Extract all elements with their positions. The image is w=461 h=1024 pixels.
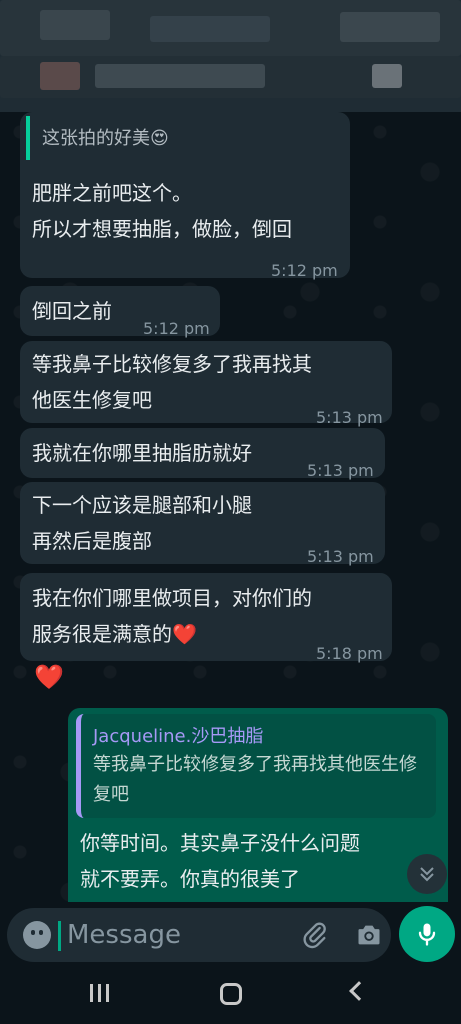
message-time: 5:13 pm: [307, 547, 374, 566]
header-blur-7: [95, 64, 265, 88]
message-text: 再然后是腹部: [32, 529, 152, 553]
message-time: 5:18 pm: [316, 644, 383, 663]
incoming-message[interactable]: 我在你们哪里做项目，对你们的 服务很是满意的❤️ 5:18 pm: [20, 573, 392, 663]
paperclip-icon[interactable]: [301, 921, 329, 949]
header-blur-2: [40, 10, 110, 40]
message-time: 5:12 pm: [271, 261, 338, 280]
incoming-message[interactable]: 我就在你哪里抽脂肪就好 5:13 pm: [20, 428, 385, 480]
quoted-text: 这张拍的好美😍: [42, 128, 169, 149]
message-text: 倒回之前: [32, 299, 112, 323]
mic-button[interactable]: [399, 906, 455, 962]
incoming-message[interactable]: 这张拍的好美😍 肥胖之前吧这个。 所以才想要抽脂，做脸，倒回 5:12 pm: [20, 112, 350, 280]
composer-bar: Message: [0, 902, 461, 966]
chevron-double-down-icon: [420, 867, 434, 882]
message-input[interactable]: Message: [67, 920, 181, 950]
message-text: 我就在你哪里抽脂肪就好: [32, 441, 252, 465]
incoming-message[interactable]: 倒回之前 5:12 pm: [20, 286, 220, 338]
text-caret: [58, 921, 61, 951]
home-icon[interactable]: [220, 983, 242, 1005]
scroll-down-button[interactable]: [407, 854, 447, 894]
back-icon[interactable]: [349, 981, 369, 1001]
quoted-sender: Jacqueline.沙巴抽脂: [93, 726, 264, 747]
message-text: 你等时间。其实鼻子没什么问题: [80, 831, 360, 855]
message-text: 所以才想要抽脂，做脸，倒回: [32, 217, 292, 241]
header-blur-3: [150, 16, 270, 42]
header-blur-8: [372, 64, 402, 88]
incoming-message[interactable]: 下一个应该是腿部和小腿 再然后是腹部 5:13 pm: [20, 482, 385, 566]
header-blur-4: [340, 12, 440, 42]
message-text: 我在你们哪里做项目，对你们的: [32, 586, 312, 610]
chat-header: [0, 0, 461, 112]
message-input-container[interactable]: Message: [7, 908, 391, 962]
mic-icon: [418, 923, 436, 946]
message-text: 下一个应该是腿部和小腿: [32, 493, 252, 517]
heart-emoji-message[interactable]: ❤️: [34, 662, 64, 692]
message-text: 肥胖之前吧这个。: [32, 181, 192, 205]
chat-area[interactable]: 这张拍的好美😍 肥胖之前吧这个。 所以才想要抽脂，做脸，倒回 5:12 pm 倒…: [0, 112, 461, 902]
message-text: 他医生修复吧: [32, 388, 152, 412]
recents-icon[interactable]: [90, 984, 112, 1004]
emoji-icon[interactable]: [23, 921, 51, 949]
outgoing-message[interactable]: Jacqueline.沙巴抽脂 等我鼻子比较修复多了我再找其他医生修复吧 你等时…: [68, 708, 448, 902]
quoted-reply[interactable]: Jacqueline.沙巴抽脂 等我鼻子比较修复多了我再找其他医生修复吧: [76, 714, 436, 818]
message-text: 服务很是满意的❤️: [32, 622, 197, 646]
message-text: 等我鼻子比较修复多了我再找其: [32, 352, 312, 376]
header-blur-6: [40, 62, 80, 90]
message-text: 就不要弄。你真的很美了: [80, 867, 300, 891]
camera-icon[interactable]: [355, 921, 383, 949]
quoted-text: 等我鼻子比较修复多了我再找其他医生修复吧: [93, 754, 417, 805]
quoted-reply[interactable]: 这张拍的好美😍: [26, 116, 346, 160]
system-nav-bar: [0, 966, 461, 1024]
incoming-message[interactable]: 等我鼻子比较修复多了我再找其 他医生修复吧 5:13 pm: [20, 341, 392, 427]
